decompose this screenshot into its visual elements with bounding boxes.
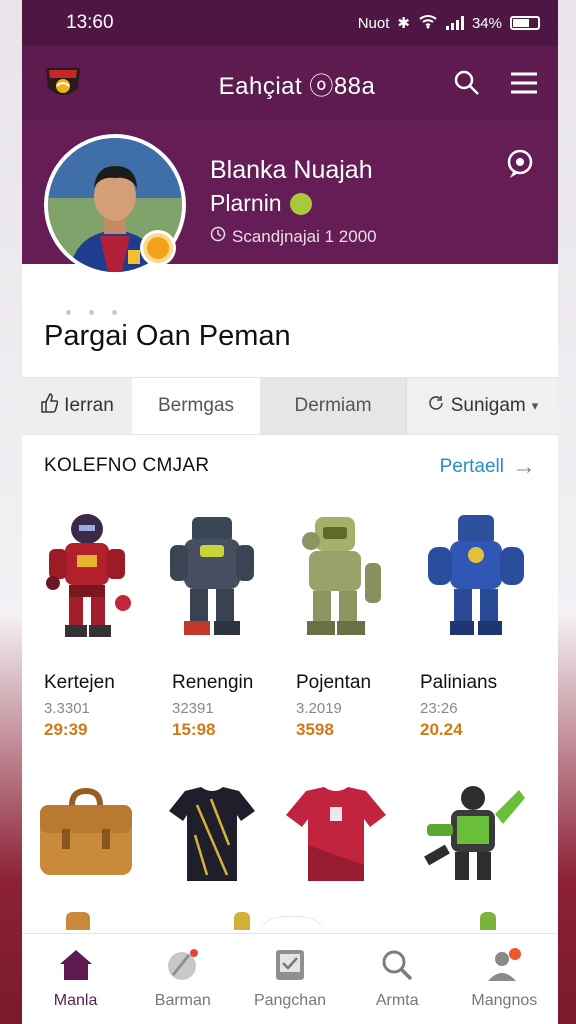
battery-icon [510, 16, 540, 30]
chat-bubble-icon[interactable] [504, 148, 536, 180]
arrow-right-icon: → [512, 453, 536, 480]
dark-robot-figure-icon [150, 500, 274, 650]
carrier-label: Nuot [357, 14, 390, 32]
leather-bag-icon [22, 770, 150, 900]
profile-icon [485, 946, 523, 984]
collection-item[interactable]: Pojentan 3.2019 3598 [274, 500, 398, 739]
item-price: 20.24 [420, 720, 463, 739]
item-name: Palinians [420, 672, 498, 693]
nav-tablet-label: Pangchan [253, 992, 326, 1009]
tab-1[interactable]: Ierran [22, 378, 132, 434]
nav-matches[interactable]: Barman [133, 946, 233, 1010]
red-robot-figure-icon [22, 500, 150, 650]
green-robot-figure-icon [274, 500, 398, 650]
item-name: Pojentan [296, 672, 372, 693]
collection-row-1: Kertejen 3.3301 29:39 Renengin 32391 15:… [22, 500, 558, 739]
phone-screen: 13:60 Nuot ✱ 34% Eahçiat ⓞ88a Blanka Nua… [22, 0, 558, 1024]
collection-row-2 [22, 770, 558, 900]
ball-icon [164, 946, 202, 984]
wifi-icon [418, 13, 438, 33]
profile-name: Blanka Nuajah [210, 156, 373, 184]
nav-search-label: Armta [375, 992, 419, 1009]
sort-dropdown[interactable]: Sunigam ▾ [406, 378, 558, 434]
status-bar: 13:60 Nuot ✱ 34% [22, 0, 558, 46]
item-code: 3.3301 [44, 700, 90, 717]
nav-profile[interactable]: Mangnos [454, 946, 554, 1010]
search-icon [378, 946, 416, 984]
nav-profile-label: Mangnos [471, 992, 538, 1009]
profile-role: Plarnin [210, 190, 312, 217]
collection-item[interactable] [150, 770, 274, 900]
nav-home[interactable]: Manla [26, 946, 126, 1010]
item-code: 23:26 [420, 700, 458, 717]
see-all-label: Pertaell [439, 456, 504, 477]
status-icons: Nuot ✱ 34% [358, 13, 540, 33]
item-price: 29:39 [44, 720, 88, 739]
blue-robot-figure-icon [398, 500, 554, 650]
nav-home-label: Manla [53, 992, 98, 1009]
club-crest-icon[interactable] [42, 62, 84, 104]
menu-icon[interactable] [508, 67, 540, 99]
next-item-peek [480, 912, 496, 930]
collection-item[interactable]: Renengin 32391 15:98 [150, 500, 274, 739]
next-item-peek [66, 912, 90, 930]
signal-icon [445, 16, 464, 30]
app-title: Eahçiat ⓞ88a [218, 72, 376, 100]
collection-item[interactable] [274, 770, 398, 900]
tablet-icon [271, 946, 309, 984]
collection-title: KOLEFNO CMJAR [44, 455, 210, 476]
search-icon[interactable] [450, 67, 482, 99]
bottom-nav: Manla Barman Pangchan Armta Mangnos [22, 933, 558, 1024]
red-jersey-icon [274, 770, 398, 900]
profile-meta-text: Scandjnajai 1 2000 [232, 226, 377, 246]
tab-2-label: Bermgas [157, 395, 235, 416]
tab-3-label: Dermiam [294, 395, 372, 416]
chevron-down-icon: ▾ [531, 398, 539, 413]
refresh-icon [427, 394, 445, 418]
tab-bar: Ierran Bermgas Dermiam Sunigam ▾ [22, 377, 558, 435]
nav-search[interactable]: Armta [347, 946, 447, 1010]
nav-matches-label: Barman [154, 992, 211, 1009]
app-header: Eahçiat ⓞ88a [22, 46, 558, 120]
collection-item[interactable] [398, 770, 554, 900]
collection-item[interactable]: Kertejen 3.3301 29:39 [22, 500, 150, 739]
profile-role-label: Plarnin [210, 190, 282, 216]
battery-label: 34% [471, 14, 502, 32]
page-indicator [66, 302, 206, 315]
tab-3[interactable]: Dermiam [260, 378, 406, 434]
thumbs-up-icon [40, 393, 59, 419]
collection-item[interactable] [22, 770, 150, 900]
online-status-badge [140, 230, 176, 266]
item-code: 32391 [172, 700, 214, 717]
home-icon [57, 946, 95, 984]
bluetooth-icon: ✱ [397, 15, 410, 32]
next-item-peek [234, 912, 250, 930]
clock-icon [210, 226, 226, 247]
green-armor-figure-icon [398, 770, 554, 900]
status-time: 13:60 [66, 12, 114, 33]
verified-badge-icon [289, 192, 312, 215]
item-name: Renengin [172, 672, 254, 693]
section-title: Pargai Oan Peman [44, 320, 291, 352]
nav-tablet[interactable]: Pangchan [240, 946, 340, 1010]
item-name: Kertejen [44, 672, 115, 693]
collection-item[interactable]: Palinians 23:26 20.24 [398, 500, 554, 739]
black-gold-jersey-icon [150, 770, 274, 900]
profile-header: Blanka Nuajah Plarnin Scandjnajai 1 2000 [22, 120, 558, 276]
see-all-link[interactable]: Pertaell → [440, 453, 536, 481]
tab-2[interactable]: Bermgas [132, 378, 260, 434]
profile-meta: Scandjnajai 1 2000 [210, 226, 377, 247]
item-price: 3598 [296, 720, 334, 739]
sort-dropdown-label: Sunigam [450, 395, 526, 416]
item-price: 15:98 [172, 720, 216, 739]
item-code: 3.2019 [296, 700, 342, 717]
tab-1-label: Ierran [64, 395, 114, 416]
